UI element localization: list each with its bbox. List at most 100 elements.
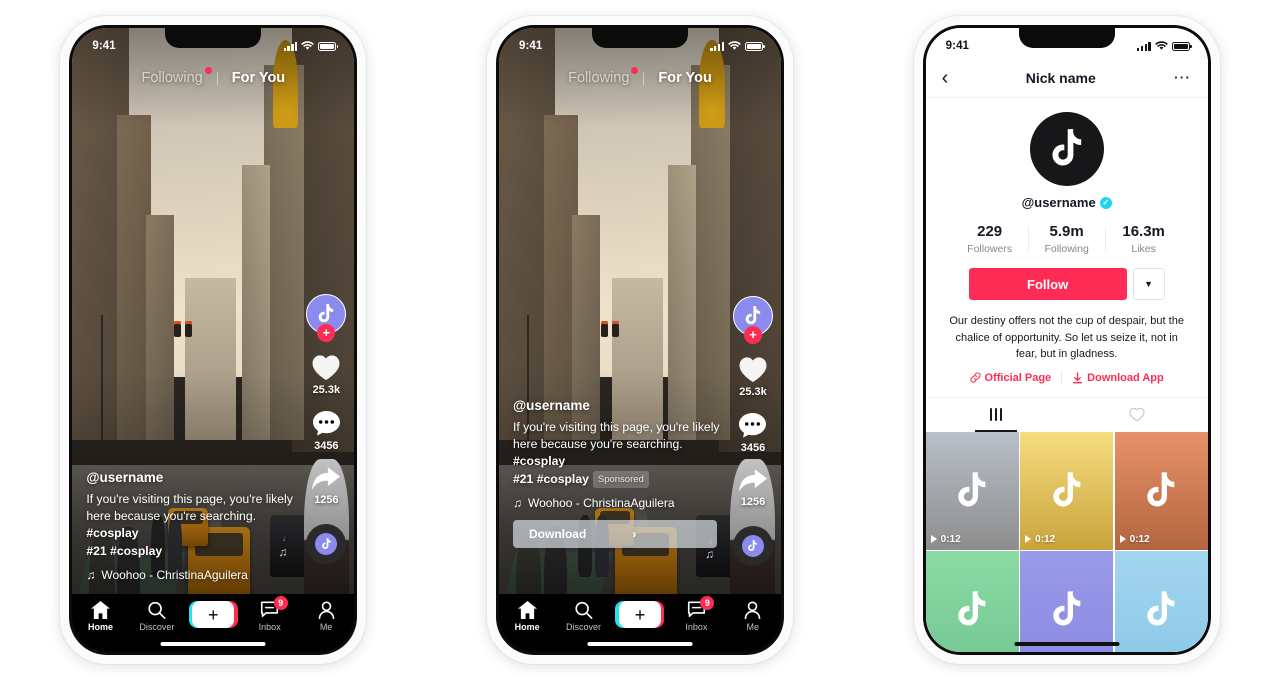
heart-icon (312, 355, 340, 381)
caption-text: If you're visiting this page, you're lik… (86, 491, 294, 560)
video-thumbnail[interactable]: 0:12 (1114, 431, 1208, 550)
chevron-down-icon[interactable]: ▼ (1132, 268, 1165, 300)
create-button-wrap[interactable]: + (615, 601, 665, 628)
status-icons (1136, 41, 1192, 51)
tab-videos-grid[interactable] (926, 398, 1067, 432)
follow-button[interactable]: Follow (968, 268, 1127, 300)
tab-me[interactable]: Me (300, 601, 352, 632)
share-action[interactable]: 1256 (738, 468, 768, 508)
link-download-app[interactable]: Download App (1072, 372, 1164, 384)
link-official-page-label: Official Page (984, 371, 1052, 384)
tiktok-note-icon (958, 591, 986, 626)
comment-bubble-icon (312, 410, 340, 436)
caption-hashtag-1[interactable]: #cosplay (86, 526, 138, 540)
tab-inbox[interactable]: 9 Inbox (244, 596, 296, 632)
follow-plus-button[interactable]: + (743, 326, 762, 344)
more-dots-icon[interactable]: ⋯ (1173, 69, 1192, 86)
stat-following[interactable]: 5.9m Following (1029, 223, 1105, 255)
floating-music-notes-icon: ♩ ♫ (278, 534, 291, 559)
profile-username: @username (1021, 195, 1096, 210)
video-thumbnail[interactable] (925, 551, 1019, 652)
profile-nav-bar: ‹ Nick name ⋯ (925, 58, 1208, 98)
link-download-app-label: Download App (1087, 371, 1164, 384)
music-disc-icon[interactable] (306, 524, 347, 564)
tab-for-you[interactable]: For You (232, 70, 285, 86)
create-plus-icon[interactable]: + (615, 601, 665, 628)
action-rail: + 25.3k 3456 1256 ♩ ♫ (278, 294, 347, 564)
tab-for-you[interactable]: For You (658, 70, 711, 86)
search-icon (575, 601, 593, 619)
stat-followers[interactable]: 229 Followers (952, 223, 1028, 255)
chevron-right-icon: › (632, 527, 637, 541)
tab-create[interactable]: + (187, 601, 239, 636)
tab-create[interactable]: + (614, 601, 666, 636)
screenshot-stage: 9:41 Following For You + 25.3k 3456 1256… (0, 0, 1280, 680)
video-thumbnail[interactable] (1114, 551, 1208, 652)
tab-following[interactable]: Following (568, 67, 639, 86)
action-rail: + 25.3k 3456 1256 ♩ ♫ (705, 296, 773, 566)
profile-tabs (925, 396, 1208, 432)
tab-home[interactable]: Home (501, 601, 553, 632)
caption-music-row[interactable]: ♫ Woohoo - ChristinaAguilera (86, 568, 294, 582)
link-chain-icon (969, 372, 981, 383)
stat-following-label: Following (1044, 243, 1089, 255)
tab-following[interactable]: Following (141, 67, 212, 86)
avatar-with-follow[interactable]: + (732, 296, 773, 344)
chevron-left-icon[interactable]: ‹ (942, 68, 949, 88)
tiktok-note-icon (1052, 471, 1080, 507)
phone-feed-organic: 9:41 Following For You + 25.3k 3456 1256… (60, 16, 367, 664)
notch (165, 28, 262, 48)
comment-action[interactable]: 3456 (312, 410, 341, 452)
create-button-wrap[interactable]: + (188, 601, 238, 628)
tab-for-you-label: For You (658, 70, 712, 86)
stat-likes[interactable]: 16.3m Likes (1106, 223, 1182, 255)
avatar[interactable] (1029, 112, 1104, 186)
status-icons (710, 41, 765, 51)
tab-discover-label: Discover (566, 622, 602, 632)
tab-separator (643, 71, 645, 85)
tab-liked[interactable] (1067, 398, 1208, 432)
tab-inbox[interactable]: 9 Inbox (670, 596, 722, 632)
tab-following-label: Following (568, 70, 630, 86)
floating-music-notes-icon: ♩ ♫ (704, 536, 717, 561)
follow-plus-button[interactable]: + (317, 324, 336, 342)
tiktok-note-icon (1052, 129, 1081, 166)
video-thumbnail[interactable]: 0:12 (925, 431, 1019, 550)
inbox-badge: 9 (273, 596, 288, 610)
phone-bezel: 9:41 ‹ Nick name ⋯ @username ✓ 229 Follo… (922, 25, 1211, 655)
video-duration: 0:12 (1119, 534, 1150, 545)
tab-discover[interactable]: Discover (558, 601, 610, 632)
share-action[interactable]: 1256 (311, 466, 341, 506)
caption-line-3[interactable]: #21 #cosplay (513, 472, 589, 486)
home-indicator (1014, 642, 1120, 646)
video-thumbnail[interactable] (1020, 551, 1114, 652)
caption-line-3[interactable]: #21 #cosplay (86, 544, 162, 558)
create-plus-icon[interactable]: + (188, 601, 238, 628)
tab-discover[interactable]: Discover (131, 601, 183, 632)
tiktok-note-icon (1052, 591, 1080, 626)
link-official-page[interactable]: Official Page (969, 371, 1052, 384)
inbox-badge: 9 (700, 596, 715, 610)
video-thumbnail[interactable]: 0:12 (1020, 431, 1114, 550)
music-disc-icon[interactable] (732, 526, 773, 566)
comment-action[interactable]: 3456 (738, 412, 767, 454)
caption-hashtag-1[interactable]: #cosplay (513, 454, 565, 468)
status-time: 9:41 (518, 40, 543, 52)
heart-outline-icon (1129, 407, 1145, 422)
like-action[interactable]: 25.3k (738, 356, 768, 398)
home-icon (91, 601, 110, 619)
download-cta-button[interactable]: Download › (512, 520, 717, 548)
tab-following-label: Following (141, 70, 203, 86)
avatar-with-follow[interactable]: + (306, 294, 347, 342)
caption-music-row[interactable]: ♫ Woohoo - ChristinaAguilera (513, 496, 721, 510)
tab-me[interactable]: Me (727, 601, 779, 632)
tab-home[interactable]: Home (75, 601, 127, 632)
profile-body: @username ✓ 229 Followers 5.9m Following… (925, 98, 1208, 652)
profile-username-row: @username ✓ (926, 195, 1208, 210)
feed-tabs: Following For You (499, 67, 781, 86)
tiktok-note-icon (748, 540, 758, 551)
grid-icon (989, 408, 1003, 421)
like-action[interactable]: 25.3k (311, 354, 341, 396)
caption-username[interactable]: @username (513, 398, 721, 413)
caption-username[interactable]: @username (86, 470, 294, 485)
